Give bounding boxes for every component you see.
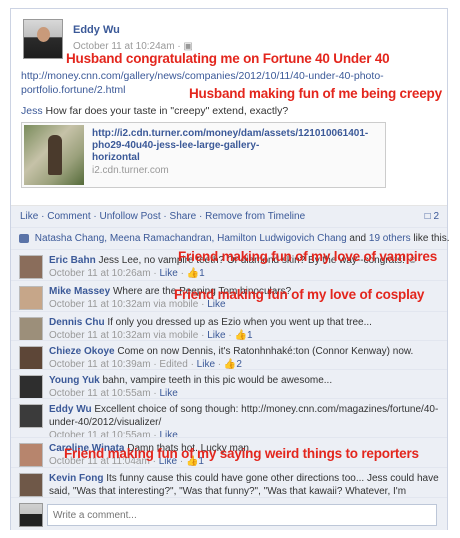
comment-row: Kevin Fong Its funny cause this could ha… (11, 467, 447, 523)
likers-others[interactable]: 19 others (369, 233, 411, 244)
comment-count[interactable]: □ 2 (425, 211, 439, 222)
annotation-congratulating: Husband congratulating me on Fortune 40 … (66, 51, 390, 66)
post-question: Jess How far does your taste in "creepy"… (21, 105, 288, 117)
author-avatar[interactable] (23, 19, 63, 59)
commenter-avatar[interactable] (19, 255, 43, 279)
annotation-vampires: Friend making fun of my love of vampires (178, 249, 438, 264)
question-text: How far does your taste in "creepy" exte… (45, 105, 289, 117)
annotation-creepy: Husband making fun of me being creepy (189, 86, 442, 101)
likes-summary: Natasha Chang, Meena Ramachandran, Hamil… (11, 227, 450, 249)
annotation-cosplay: Friend making fun of my love of cosplay (174, 287, 425, 302)
commenter-name[interactable]: Dennis Chu (49, 317, 105, 328)
commenter-avatar[interactable] (19, 473, 43, 497)
annotation-reporters: Friend making fun of my saying weird thi… (64, 446, 419, 461)
comment-row: Eddy Wu Excellent choice of song though:… (11, 398, 447, 441)
unfollow-button[interactable]: Unfollow Post (100, 211, 161, 222)
commenter-name[interactable]: Chieze Okoye (49, 346, 115, 357)
comment-body: Young Yuk bahn, vampire teeth in this pi… (49, 374, 439, 400)
comment-text: Excellent choice of song though: http://… (49, 404, 439, 428)
comment-body: Chieze Okoye Come on now Dennis, it's Ra… (49, 345, 439, 371)
comment-input[interactable] (47, 504, 437, 526)
comment-bubble-icon: □ (424, 211, 431, 222)
commenter-avatar[interactable] (19, 346, 43, 370)
comment-composer (11, 497, 447, 530)
comment-meta: October 11 at 10:26am · Like · 👍1 (49, 268, 205, 279)
commenter-avatar[interactable] (19, 375, 43, 399)
commenter-name[interactable]: Eddy Wu (49, 404, 92, 415)
likes-suffix: like this. (413, 233, 450, 244)
comment-text: If only you dressed up as Ezio when you … (107, 317, 372, 328)
thumbs-up-icon (19, 233, 29, 243)
preview-link[interactable]: http://i2.cdn.turner.com/money/dam/asset… (92, 128, 368, 164)
comment-row: Dennis Chu If only you dressed up as Ezi… (11, 311, 447, 342)
comment-row: Chieze Okoye Come on now Dennis, it's Ra… (11, 340, 447, 371)
share-button[interactable]: Share (170, 211, 197, 222)
comment-like-button[interactable]: Like (159, 268, 177, 279)
comment-row: Young Yuk bahn, vampire teeth in this pi… (11, 369, 447, 400)
commenter-name[interactable]: Mike Massey (49, 286, 110, 297)
remove-button[interactable]: Remove from Timeline (205, 211, 305, 222)
like-button[interactable]: Like (20, 211, 38, 222)
commenter-avatar[interactable] (19, 404, 43, 428)
commenter-avatar[interactable] (19, 286, 43, 310)
likes-and: and (349, 233, 367, 244)
comment-like-count-value: 1 (199, 268, 205, 279)
comment-text: Come on now Dennis, it's Ratonhnhaké:ton… (117, 346, 414, 357)
preview-domain: i2.cdn.turner.com (92, 165, 169, 176)
post-actions: Like · Comment · Unfollow Post · Share ·… (11, 205, 447, 227)
comment-time: October 11 at 10:26am · (49, 268, 160, 279)
commenter-name[interactable]: Kevin Fong (49, 473, 103, 484)
commenter-name[interactable]: Young Yuk (49, 375, 100, 386)
commenter-name[interactable]: Eric Bahn (49, 255, 96, 266)
comment-like-count[interactable]: 👍1 (187, 268, 205, 279)
comment-text: bahn, vampire teeth in this pic would be… (102, 375, 333, 386)
link-preview[interactable]: http://i2.cdn.turner.com/money/dam/asset… (21, 122, 386, 188)
tagged-name[interactable]: Jess (21, 105, 43, 117)
comment-body: Dennis Chu If only you dressed up as Ezi… (49, 316, 439, 342)
preview-thumbnail[interactable] (24, 125, 84, 185)
viewer-avatar (19, 503, 43, 527)
commenter-avatar[interactable] (19, 443, 43, 467)
author-name[interactable]: Eddy Wu (73, 24, 120, 36)
comment-count-value: 2 (433, 211, 439, 222)
comment-button[interactable]: Comment (47, 211, 90, 222)
likers-names[interactable]: Natasha Chang, Meena Ramachandran, Hamil… (35, 233, 347, 244)
commenter-avatar[interactable] (19, 317, 43, 341)
